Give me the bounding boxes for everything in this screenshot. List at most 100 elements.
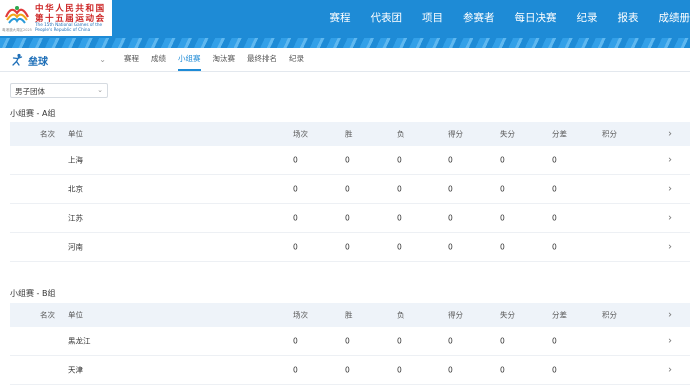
chevron-down-icon: ⌄ <box>97 86 103 94</box>
chevron-right-icon[interactable]: › <box>668 213 672 224</box>
chevron-right-icon[interactable]: › <box>668 155 672 166</box>
main-nav: 赛程 代表团 项目 参赛者 每日决赛 纪录 报表 成绩册 <box>310 10 690 25</box>
sport-name: 垒球 <box>28 56 48 68</box>
team-cell: 上海 <box>68 155 83 165</box>
logo-en-line: The 15th National Games of the People's … <box>35 22 103 32</box>
top-header: 中华人民共和国 第十五届运动会 The 15th National Games … <box>0 0 690 48</box>
table-row[interactable]: 江苏 0 0 0 0 0 0 › <box>10 204 690 233</box>
point-diff-cell: 0 <box>552 336 557 346</box>
played-cell: 0 <box>293 155 298 165</box>
softball-player-icon <box>12 53 23 66</box>
chevron-right-icon[interactable]: › <box>668 242 672 253</box>
nav-schedule[interactable]: 赛程 <box>330 10 351 25</box>
chevron-right-icon[interactable]: › <box>668 184 672 195</box>
nav-records[interactable]: 纪录 <box>577 10 598 25</box>
col-standing-points: 积分 <box>602 129 617 139</box>
table-row[interactable]: 河南 0 0 0 0 0 0 › <box>10 233 690 262</box>
games-logo[interactable]: 中华人民共和国 第十五届运动会 The 15th National Games … <box>0 0 112 36</box>
nav-athletes[interactable]: 参赛者 <box>463 10 495 25</box>
points-for-cell: 0 <box>448 155 453 165</box>
lose-cell: 0 <box>397 184 402 194</box>
win-cell: 0 <box>345 336 350 346</box>
col-lose: 负 <box>397 310 405 320</box>
col-point-diff: 分差 <box>552 310 567 320</box>
col-win: 胜 <box>345 129 353 139</box>
nav-reports[interactable]: 报表 <box>618 10 639 25</box>
col-win: 胜 <box>345 310 353 320</box>
played-cell: 0 <box>293 213 298 223</box>
points-for-cell: 0 <box>448 213 453 223</box>
group-b-table: 名次 单位 场次 胜 负 得分 失分 分差 积分 › 黑龙江 0 0 0 0 0… <box>10 303 690 385</box>
win-cell: 0 <box>345 365 350 375</box>
tab-final-ranking[interactable]: 最终排名 <box>247 53 277 71</box>
sport-tabs: 赛程 成绩 小组赛 淘汰赛 最终排名 纪录 <box>124 53 316 71</box>
col-point-diff: 分差 <box>552 129 567 139</box>
chevron-right-icon[interactable]: › <box>668 365 672 376</box>
win-cell: 0 <box>345 155 350 165</box>
sport-selector[interactable]: 垒球 ⌄ <box>10 51 108 69</box>
played-cell: 0 <box>293 184 298 194</box>
table-row[interactable]: 北京 0 0 0 0 0 0 › <box>10 175 690 204</box>
team-cell: 北京 <box>68 184 83 194</box>
col-points-for: 得分 <box>448 129 463 139</box>
win-cell: 0 <box>345 242 350 252</box>
col-team: 单位 <box>68 310 83 320</box>
games-emblem-icon <box>4 6 29 24</box>
col-points-against: 失分 <box>500 129 515 139</box>
nav-results-book[interactable]: 成绩册 <box>659 10 690 25</box>
nav-daily-finals[interactable]: 每日决赛 <box>515 10 557 25</box>
nav-sports[interactable]: 项目 <box>422 10 443 25</box>
event-filter-select[interactable]: 男子团体 ⌄ <box>10 83 108 98</box>
point-diff-cell: 0 <box>552 155 557 165</box>
col-rank: 名次 <box>40 129 55 139</box>
team-cell: 天津 <box>68 365 83 375</box>
team-cell: 黑龙江 <box>68 336 91 346</box>
points-for-cell: 0 <box>448 184 453 194</box>
tab-records[interactable]: 纪录 <box>289 53 304 71</box>
played-cell: 0 <box>293 365 298 375</box>
chevron-down-icon: ⌄ <box>99 55 106 64</box>
group-a-title: 小组赛 - A组 <box>10 109 56 118</box>
event-filter-value: 男子团体 <box>15 87 45 96</box>
lose-cell: 0 <box>397 242 402 252</box>
chevron-right-icon[interactable]: › <box>668 129 672 140</box>
points-for-cell: 0 <box>448 365 453 375</box>
points-against-cell: 0 <box>500 184 505 194</box>
group-a-table: 名次 单位 场次 胜 负 得分 失分 分差 积分 › 上海 0 0 0 0 0 … <box>10 122 690 262</box>
lose-cell: 0 <box>397 155 402 165</box>
point-diff-cell: 0 <box>552 184 557 194</box>
table-row[interactable]: 上海 0 0 0 0 0 0 › <box>10 146 690 175</box>
tab-results[interactable]: 成绩 <box>151 53 166 71</box>
points-against-cell: 0 <box>500 365 505 375</box>
played-cell: 0 <box>293 336 298 346</box>
col-played: 场次 <box>293 310 308 320</box>
table-row[interactable]: 黑龙江 0 0 0 0 0 0 › <box>10 327 690 356</box>
point-diff-cell: 0 <box>552 242 557 252</box>
tab-knockout[interactable]: 淘汰赛 <box>213 53 236 71</box>
chevron-right-icon[interactable]: › <box>668 336 672 347</box>
header-pattern-strip <box>0 38 690 48</box>
win-cell: 0 <box>345 184 350 194</box>
tab-group-stage[interactable]: 小组赛 <box>178 53 201 71</box>
points-against-cell: 0 <box>500 155 505 165</box>
col-points-for: 得分 <box>448 310 463 320</box>
nav-delegations[interactable]: 代表团 <box>371 10 403 25</box>
points-against-cell: 0 <box>500 213 505 223</box>
win-cell: 0 <box>345 213 350 223</box>
sport-bar: 垒球 ⌄ 赛程 成绩 小组赛 淘汰赛 最终排名 纪录 <box>0 48 690 72</box>
table-header: 名次 单位 场次 胜 负 得分 失分 分差 积分 › <box>10 303 690 327</box>
points-against-cell: 0 <box>500 336 505 346</box>
table-header: 名次 单位 场次 胜 负 得分 失分 分差 积分 › <box>10 122 690 146</box>
group-b-title: 小组赛 - B组 <box>10 289 56 298</box>
col-team: 单位 <box>68 129 83 139</box>
points-against-cell: 0 <box>500 242 505 252</box>
team-cell: 河南 <box>68 242 83 252</box>
team-cell: 江苏 <box>68 213 83 223</box>
col-played: 场次 <box>293 129 308 139</box>
chevron-right-icon[interactable]: › <box>668 310 672 321</box>
lose-cell: 0 <box>397 365 402 375</box>
tab-schedule[interactable]: 赛程 <box>124 53 139 71</box>
table-row[interactable]: 天津 0 0 0 0 0 0 › <box>10 356 690 385</box>
points-for-cell: 0 <box>448 242 453 252</box>
played-cell: 0 <box>293 242 298 252</box>
